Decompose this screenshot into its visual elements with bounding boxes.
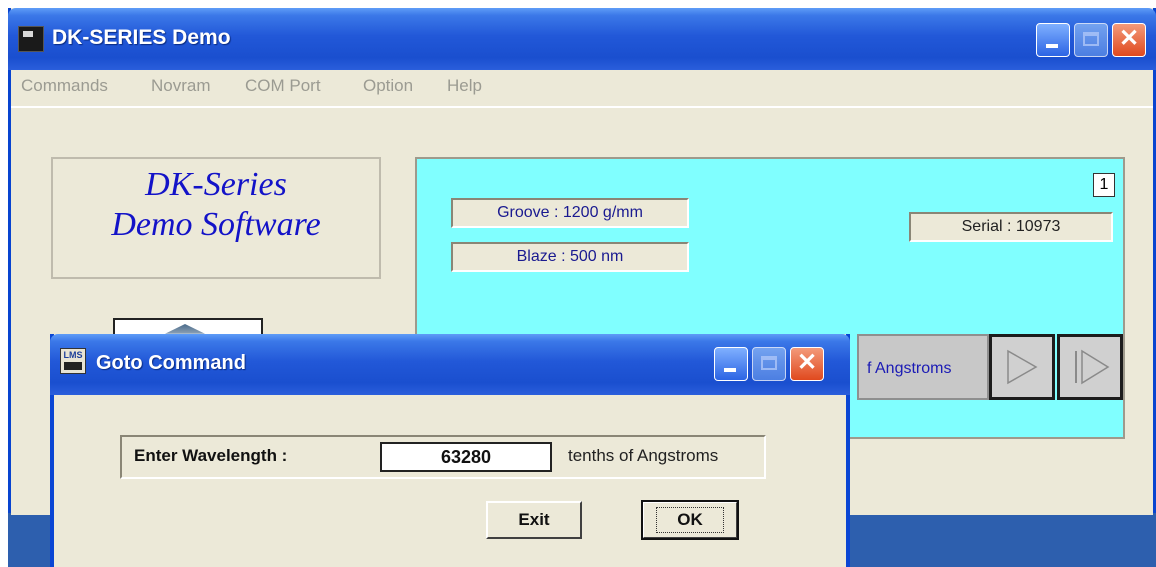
skip-forward-icon [1075,349,1110,385]
index-indicator: 1 [1093,173,1115,197]
menu-help[interactable]: Help [447,76,482,96]
menu-commands[interactable]: Commands [21,76,108,96]
dialog-close-button[interactable]: ✕ [790,347,824,381]
serial-field: Serial : 10973 [909,212,1113,242]
exit-button[interactable]: Exit [486,501,582,539]
ok-button[interactable]: OK [641,500,739,540]
dialog-titlebar[interactable]: LMS Goto Command ✕ [50,334,850,395]
main-titlebar[interactable]: DK-SERIES Demo ✕ [8,8,1156,70]
close-button[interactable]: ✕ [1112,23,1146,57]
goto-dialog: LMS Goto Command ✕ Enter Wavelength : te… [50,334,850,567]
logo-title-line1: DK-Series [145,166,287,203]
dialog-title: Goto Command [96,352,246,374]
main-window-title: DK-SERIES Demo [52,26,231,49]
dialog-maximize-button[interactable] [752,347,786,381]
menubar: Commands Novram COM Port Option Help [11,70,1153,102]
minimize-button[interactable] [1036,23,1070,57]
ok-button-label: OK [656,507,724,533]
wavelength-group: Enter Wavelength : tenths of Angstroms [120,435,766,479]
blaze-field: Blaze : 500 nm [451,242,689,272]
maximize-button[interactable] [1074,23,1108,57]
groove-field: Groove : 1200 g/mm [451,198,689,228]
logo-panel: DK-Series Demo Software [51,157,381,279]
lms-icon[interactable]: LMS [60,348,86,374]
step-to-end-button[interactable] [1057,334,1123,400]
logo-title-line2: Demo Software [111,206,321,243]
wavelength-label: Enter Wavelength : [134,446,288,465]
dialog-body: Enter Wavelength : tenths of Angstroms E… [54,395,846,567]
menu-novram[interactable]: Novram [151,76,211,96]
step-unit-label: f Angstroms [857,334,989,400]
wavelength-unit-label: tenths of Angstroms [568,446,719,465]
wavelength-input[interactable] [380,442,552,472]
menu-com-port[interactable]: COM Port [245,76,321,96]
exit-button-label: Exit [518,510,550,529]
step-forward-button[interactable] [989,334,1055,400]
menu-option[interactable]: Option [363,76,413,96]
app-icon[interactable] [18,26,44,52]
dialog-minimize-button[interactable] [714,347,748,381]
play-icon [1007,349,1038,385]
